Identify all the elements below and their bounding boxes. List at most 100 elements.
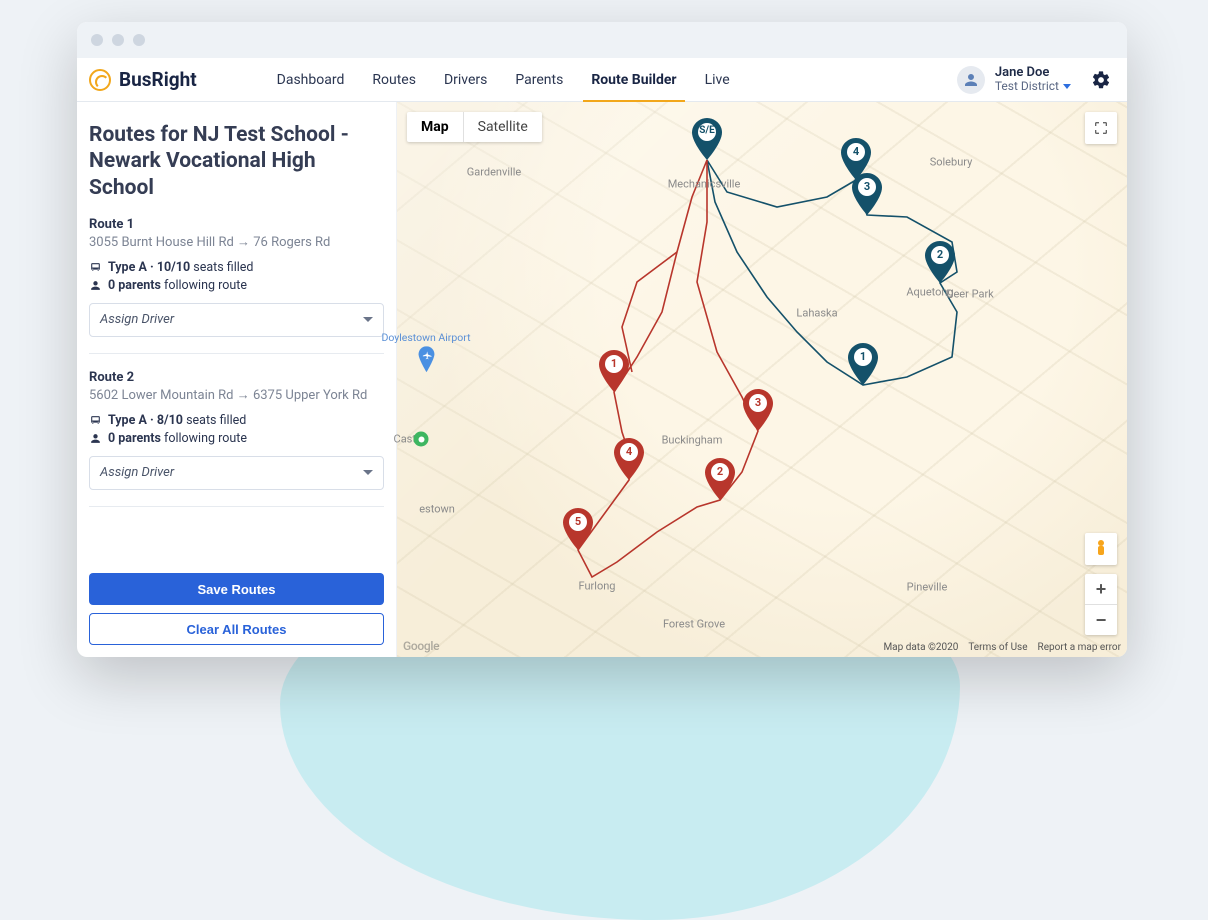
app-header: BusRight Dashboard Routes Drivers Parents Ro… <box>77 58 1127 102</box>
gear-icon[interactable] <box>1091 70 1111 90</box>
bus-icon <box>89 414 102 427</box>
map-place-label: Buckingham <box>662 434 723 447</box>
bus-icon <box>89 261 102 274</box>
attrib-terms[interactable]: Terms of Use <box>968 642 1027 653</box>
map-pin[interactable]: S/E <box>692 118 722 160</box>
route-name: Route 2 <box>89 370 384 385</box>
zoom-in-button[interactable]: + <box>1085 574 1117 604</box>
pegman-icon <box>1094 539 1108 559</box>
map-pin-label: 4 <box>626 445 632 458</box>
route-seats: Type A · 8/10 seats filled <box>89 413 384 428</box>
nav-item-route-builder[interactable]: Route Builder <box>591 58 676 102</box>
route-seats: Type A · 10/10 seats filled <box>89 260 384 275</box>
attrib-report[interactable]: Report a map error <box>1038 642 1121 653</box>
brand-logo[interactable]: BusRight <box>89 68 197 91</box>
map-pin-label: 2 <box>937 248 943 261</box>
save-routes-button[interactable]: Save Routes <box>89 573 384 605</box>
map-place-label: Pineville <box>907 581 948 594</box>
user-district[interactable]: Test District <box>995 80 1071 93</box>
map-pin[interactable]: 1 <box>599 350 629 392</box>
map-place-label: Forest Grove <box>663 618 725 631</box>
map-place-label: Solebury <box>930 156 973 169</box>
map-background <box>397 102 1127 657</box>
clear-routes-button[interactable]: Clear All Routes <box>89 613 384 645</box>
sidebar-actions: Save Routes Clear All Routes <box>89 573 384 645</box>
map-attribution: Map data ©2020 Terms of Use Report a map… <box>883 642 1121 653</box>
map-place-label: Mechanicsville <box>668 178 741 191</box>
route-path: 5602 Lower Mountain Rd → 6375 Upper York… <box>89 387 384 403</box>
map-place-label: estown <box>419 503 455 516</box>
window-control-minimize[interactable] <box>112 34 124 46</box>
content-area: Routes for NJ Test School - Newark Vocat… <box>77 102 1127 657</box>
assign-driver-select[interactable]: Assign Driver <box>89 456 384 490</box>
map-pin-label: S/E <box>699 125 715 136</box>
user-icon <box>962 71 980 89</box>
map-pin[interactable]: 4 <box>614 438 644 480</box>
map-pane[interactable]: GardenvilleMechanicsvilleSoleburyAqueton… <box>397 102 1127 657</box>
assign-driver-placeholder: Assign Driver <box>100 312 174 327</box>
map-pin-label: 1 <box>860 350 866 363</box>
nav-item-parents[interactable]: Parents <box>515 58 563 102</box>
user-name: Jane Doe <box>995 66 1071 80</box>
map-type-map[interactable]: Map <box>407 112 463 142</box>
streetview-pegman[interactable] <box>1085 533 1117 565</box>
user-menu[interactable]: Jane Doe Test District <box>957 66 1111 94</box>
map-pin[interactable]: 2 <box>705 458 735 500</box>
map-place-label: Lahaska <box>796 307 837 320</box>
nav-item-dashboard[interactable]: Dashboard <box>277 58 345 102</box>
attrib-data: Map data ©2020 <box>883 642 958 653</box>
map-pin[interactable]: 2 <box>925 241 955 283</box>
airport-label: Doylestown Airport <box>381 332 470 344</box>
map-pin-label: 3 <box>755 396 761 409</box>
map-place-label: Furlong <box>579 580 616 593</box>
zoom-out-button[interactable]: − <box>1085 605 1117 635</box>
assign-driver-placeholder: Assign Driver <box>100 465 174 480</box>
map-type-switch: Map Satellite <box>407 112 542 142</box>
map-pin-label: 1 <box>611 357 617 370</box>
route-parents: 0 parents following route <box>89 278 384 293</box>
app-window: BusRight Dashboard Routes Drivers Parents Ro… <box>77 22 1127 657</box>
assign-driver-select[interactable]: Assign Driver <box>89 303 384 337</box>
brand-name: BusRight <box>119 68 197 91</box>
nav-item-drivers[interactable]: Drivers <box>444 58 487 102</box>
map-pin-label: 3 <box>864 180 870 193</box>
map-type-satellite[interactable]: Satellite <box>464 112 542 142</box>
user-info: Jane Doe Test District <box>995 66 1071 93</box>
chevron-down-icon <box>363 317 373 322</box>
map-pin-label: 2 <box>717 465 723 478</box>
avatar <box>957 66 985 94</box>
sidebar: Routes for NJ Test School - Newark Vocat… <box>77 102 397 657</box>
map-pin[interactable]: 1 <box>848 343 878 385</box>
fullscreen-icon <box>1093 120 1109 136</box>
map-pin[interactable]: 3 <box>743 389 773 431</box>
brand-mark-icon <box>89 69 111 91</box>
nav-item-routes[interactable]: Routes <box>372 58 416 102</box>
map-pin[interactable]: 5 <box>563 508 593 550</box>
map-pin-label: 5 <box>575 515 581 528</box>
chevron-down-icon <box>1063 84 1071 89</box>
google-logo: Google <box>403 639 439 653</box>
main-nav: Dashboard Routes Drivers Parents Route Build… <box>277 58 730 102</box>
window-titlebar <box>77 22 1127 58</box>
chevron-down-icon <box>363 470 373 475</box>
person-icon <box>89 279 102 292</box>
window-control-close[interactable] <box>91 34 103 46</box>
route-card: Route 1 3055 Burnt House Hill Rd → 76 Rog… <box>89 217 384 354</box>
window-control-zoom[interactable] <box>133 34 145 46</box>
airport-pin-icon <box>417 346 435 372</box>
route-parents: 0 parents following route <box>89 431 384 446</box>
zoom-control: + − <box>1085 574 1117 635</box>
route-name: Route 1 <box>89 217 384 232</box>
fullscreen-button[interactable] <box>1085 112 1117 144</box>
map-pin[interactable]: 4 <box>841 138 871 180</box>
nav-item-live[interactable]: Live <box>705 58 730 102</box>
map-place-label: Deer Park <box>946 288 994 301</box>
poi-castle-dot <box>414 432 429 447</box>
person-icon <box>89 432 102 445</box>
airport-marker: Doylestown Airport <box>381 332 470 372</box>
route-card: Route 2 5602 Lower Mountain Rd → 6375 Upp… <box>89 370 384 507</box>
sidebar-title: Routes for NJ Test School - Newark Vocat… <box>89 122 384 201</box>
map-place-label: Gardenville <box>467 166 521 179</box>
route-path: 3055 Burnt House Hill Rd → 76 Rogers Rd <box>89 234 384 250</box>
map-pin-label: 4 <box>853 145 859 158</box>
